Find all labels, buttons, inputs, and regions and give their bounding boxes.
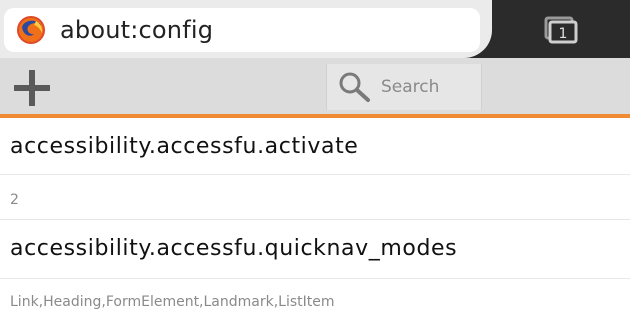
config-toolbar: Search	[0, 58, 630, 118]
list-item[interactable]: accessibility.accessfu.activate 2	[0, 118, 630, 220]
search-placeholder: Search	[381, 77, 440, 97]
row-divider	[0, 278, 630, 279]
pref-value: 2	[10, 192, 19, 208]
firefox-icon	[16, 15, 46, 45]
tabs-count: 1	[559, 26, 568, 42]
url-field[interactable]: about:config	[4, 8, 480, 52]
tabs-button[interactable]: 1	[540, 14, 580, 44]
plus-icon	[14, 70, 50, 106]
pref-value: Link,Heading,FormElement,Landmark,ListIt…	[10, 294, 335, 310]
search-input[interactable]: Search	[326, 64, 482, 110]
tabs-icon: 1	[544, 16, 578, 44]
list-item[interactable]: accessibility.accessfu.quicknav_modes Li…	[0, 220, 630, 320]
browser-header: about:config 1	[0, 0, 630, 58]
add-pref-button[interactable]	[10, 66, 54, 110]
url-text: about:config	[60, 16, 214, 44]
row-divider	[0, 174, 630, 175]
pref-list: accessibility.accessfu.activate 2 access…	[0, 118, 630, 320]
pref-name: accessibility.accessfu.activate	[10, 134, 359, 159]
pref-name: accessibility.accessfu.quicknav_modes	[10, 236, 458, 261]
urlbar-container: about:config	[0, 0, 492, 58]
search-icon	[337, 70, 371, 104]
